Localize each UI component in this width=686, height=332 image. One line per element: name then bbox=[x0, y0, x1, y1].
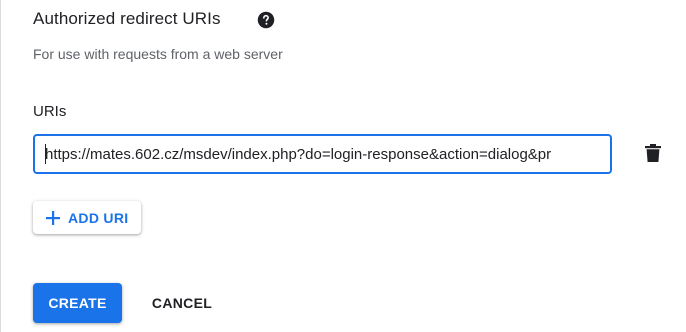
cancel-button[interactable]: CANCEL bbox=[138, 283, 226, 323]
uri-input[interactable] bbox=[33, 134, 612, 174]
section-left-border bbox=[0, 0, 1, 332]
section-title: Authorized redirect URIs bbox=[33, 9, 221, 28]
help-icon[interactable] bbox=[257, 11, 275, 29]
uris-label: URIs bbox=[33, 103, 67, 120]
trash-icon bbox=[645, 143, 661, 167]
section-subtitle: For use with requests from a web server bbox=[33, 46, 283, 62]
add-uri-button[interactable]: ADD URI bbox=[33, 201, 141, 234]
create-button[interactable]: CREATE bbox=[33, 283, 122, 323]
add-uri-label: ADD URI bbox=[68, 209, 129, 226]
text-cursor bbox=[45, 144, 46, 164]
plus-icon bbox=[45, 210, 61, 226]
delete-uri-button[interactable] bbox=[640, 142, 666, 168]
